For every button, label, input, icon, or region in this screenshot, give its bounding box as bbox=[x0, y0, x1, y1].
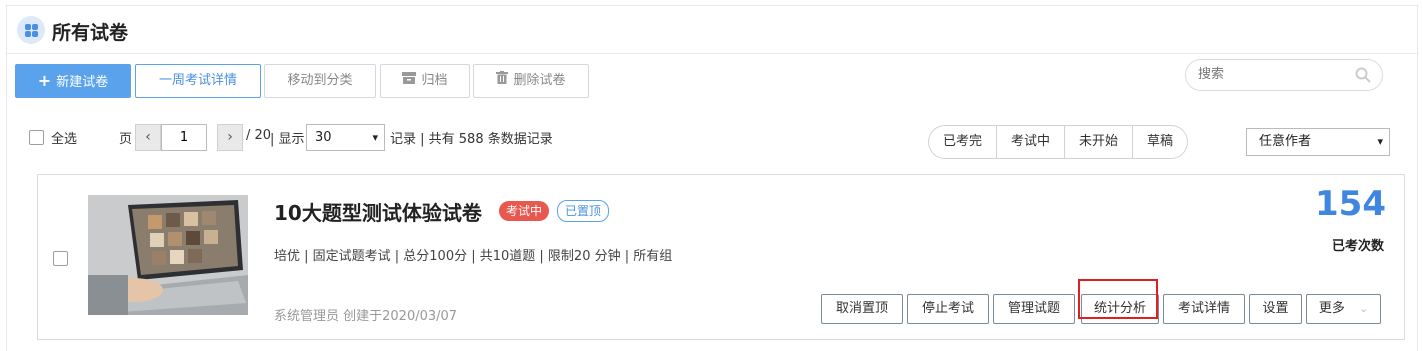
chevron-down-icon: ⌄ bbox=[1358, 302, 1369, 315]
select-all-checkbox[interactable] bbox=[29, 130, 44, 145]
search-box bbox=[1185, 59, 1383, 91]
next-page-button[interactable]: › bbox=[217, 124, 243, 151]
panel-header: 所有试卷 bbox=[7, 6, 1417, 54]
page-number-input[interactable] bbox=[161, 124, 207, 151]
filter-not-started[interactable]: 未开始 bbox=[1065, 126, 1134, 158]
search-input[interactable] bbox=[1196, 66, 1350, 83]
status-badge: 考试中 bbox=[499, 201, 550, 221]
archive-icon bbox=[402, 65, 417, 97]
chevron-down-icon: ▾ bbox=[1377, 135, 1383, 148]
unpin-button[interactable]: 取消置顶 bbox=[821, 294, 903, 324]
exam-meta: 培优 | 固定试题考试 | 总分100分 | 共10道题 | 限制20 分钟 |… bbox=[274, 249, 673, 264]
prev-page-button[interactable]: ‹ bbox=[135, 124, 161, 151]
archive-button[interactable]: 归档 bbox=[380, 64, 470, 98]
plus-icon: + bbox=[37, 71, 52, 90]
exam-creator: 系统管理员 创建于2020/03/07 bbox=[274, 309, 458, 324]
move-to-category-button[interactable]: 移动到分类 bbox=[264, 64, 376, 98]
manage-questions-button[interactable]: 管理试题 bbox=[993, 294, 1075, 324]
grid-icon bbox=[17, 16, 45, 44]
new-exam-button[interactable]: + 新建试卷 bbox=[15, 64, 131, 98]
filter-finished[interactable]: 已考完 bbox=[929, 126, 998, 158]
trash-icon bbox=[496, 65, 509, 97]
highlight-box bbox=[1078, 279, 1158, 319]
page-label: 页 bbox=[119, 132, 133, 147]
exam-details-button[interactable]: 考试详情 bbox=[1163, 294, 1245, 324]
exam-count-label: 已考次数 bbox=[1331, 239, 1384, 254]
status-filter: 已考完 考试中 未开始 草稿 bbox=[928, 125, 1189, 159]
records-summary: 记录 | 共有 588 条数据记录 bbox=[390, 132, 553, 147]
exam-select-checkbox[interactable] bbox=[53, 251, 68, 266]
search-icon[interactable] bbox=[1355, 67, 1371, 83]
page-size-select[interactable]: 30 ▾ bbox=[306, 124, 385, 151]
exam-title[interactable]: 10大题型测试体验试卷 bbox=[274, 197, 482, 226]
exam-count: 154 bbox=[1315, 184, 1386, 224]
pinned-badge: 已置顶 bbox=[557, 200, 610, 222]
week-exam-detail-button[interactable]: 一周考试详情 bbox=[135, 64, 261, 98]
exam-card: 10大题型测试体验试卷 考试中 已置顶 培优 | 固定试题考试 | 总分100分… bbox=[37, 174, 1405, 340]
select-all-label: 全选 bbox=[51, 132, 78, 147]
display-label: | 显示 bbox=[270, 132, 305, 147]
total-pages: / 20 bbox=[246, 128, 272, 143]
stop-exam-button[interactable]: 停止考试 bbox=[907, 294, 989, 324]
filter-in-progress[interactable]: 考试中 bbox=[997, 126, 1066, 158]
settings-button[interactable]: 设置 bbox=[1249, 294, 1302, 324]
more-dropdown-button[interactable]: 更多 ⌄ bbox=[1306, 294, 1381, 324]
exam-thumbnail bbox=[88, 195, 248, 315]
author-select[interactable]: 任意作者 ▾ bbox=[1246, 128, 1390, 156]
filter-draft[interactable]: 草稿 bbox=[1133, 126, 1187, 158]
chevron-down-icon: ▾ bbox=[372, 131, 378, 144]
delete-exam-button[interactable]: 删除试卷 bbox=[473, 64, 589, 98]
page-title: 所有试卷 bbox=[52, 22, 129, 44]
